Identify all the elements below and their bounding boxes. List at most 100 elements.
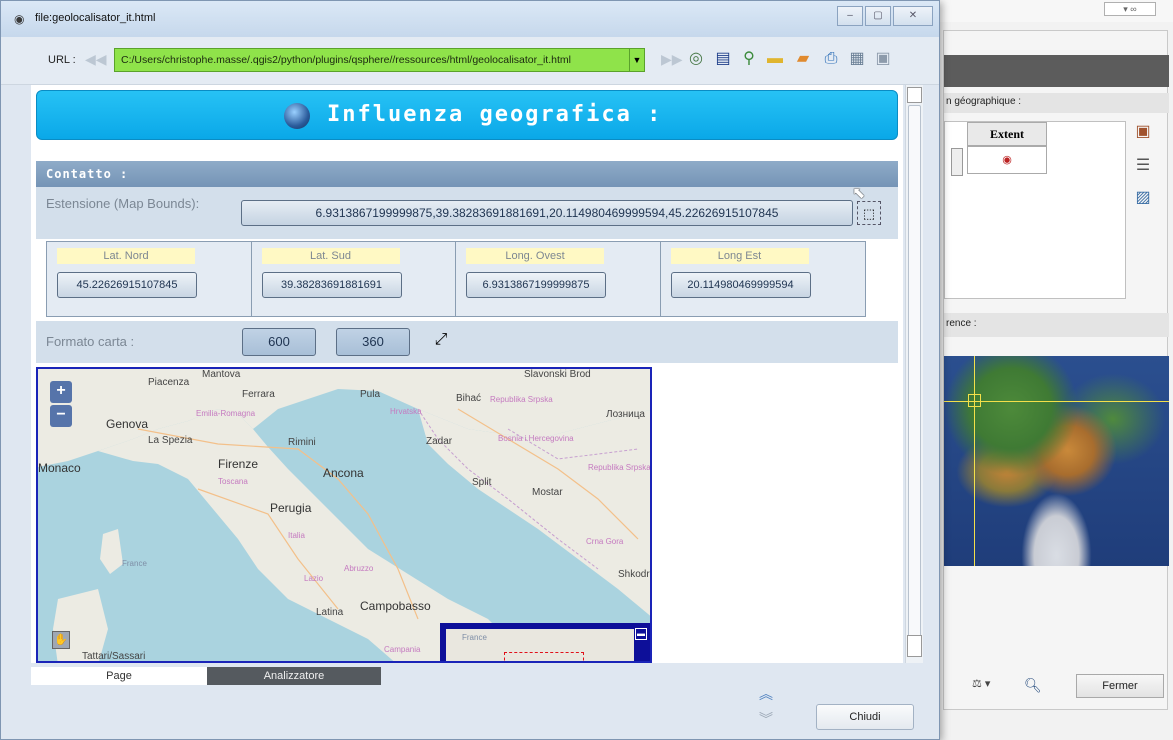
section-title: Contatto : [46,167,129,181]
print-icon[interactable]: ⎙ [821,49,841,69]
url-dropdown-button[interactable]: ▼ [629,48,645,72]
eye-icon[interactable]: ◉ [967,146,1047,174]
eye-globe-icon[interactable]: ◎ [686,49,706,69]
map-label-lazio: Lazio [304,574,324,583]
folder-icon[interactable]: ▬ [765,49,785,69]
scroll-up-handle[interactable] [907,87,922,103]
map-background [38,369,650,661]
url-input[interactable] [114,48,630,72]
coord-value-field[interactable]: 6.9313867199999875 [466,272,606,298]
zoom-out-button[interactable]: − [50,405,72,427]
background-window-controls[interactable]: ▾ ∞ [1104,2,1156,16]
zoom-search-icon[interactable]: 🔍︎ [1024,677,1042,694]
map-label-hrvatska: Hrvatska [390,407,422,416]
coord-value-field[interactable]: 45.22626915107845 [57,272,197,298]
minimize-button[interactable]: – [837,6,863,26]
map-label-ferrara: Ferrara [242,389,275,400]
coord-header: Long. Ovest [466,248,604,264]
scroll-track[interactable] [908,105,921,645]
coord-cell-long-east: Long Est 20.114980469999594 [661,242,866,316]
image-edit-icon[interactable]: ▨ [1132,187,1154,209]
map-label-republika-srpska: Republika Srpska [490,395,553,404]
coord-cell-long-west: Long. Ovest 6.9313867199999875 [456,242,661,316]
extent-label: Estensione (Map Bounds): [46,196,200,211]
window-controls: – ▢ ✕ [837,6,933,26]
double-chevron-down-icon[interactable]: ︾ [759,709,773,729]
extent-row: Estensione (Map Bounds): 6.9313867199999… [36,187,898,239]
section-header: Contatto : [36,161,898,187]
coordinates-grid: Lat. Nord 45.22626915107845 Lat. Sud 39.… [46,241,866,317]
tab-page[interactable]: Page [31,667,207,685]
geolocalisator-dialog: ◉ file:geolocalisator_it.html – ▢ ✕ URL … [0,0,940,740]
overview-map[interactable]: France ▬ [440,623,650,661]
double-chevron-up-icon[interactable]: ︽ [759,684,773,704]
map-label-france: France [122,559,147,568]
coord-cell-lat-north: Lat. Nord 45.22626915107845 [47,242,252,316]
folder-view-icon[interactable]: ▰ [793,49,813,69]
page-title: Influenza geografica : [327,102,663,127]
extent-value-field[interactable]: 6.9313867199999875,39.38283691881691,20.… [241,200,853,226]
building-icon[interactable]: ▣ [1132,121,1154,143]
save-icon[interactable]: ▣ [873,49,893,69]
mouse-cursor-icon: ⬉ [852,185,866,202]
zoom-in-button[interactable]: + [50,381,72,403]
tab-analyzer[interactable]: Analizzatore [207,667,381,685]
pan-hand-icon[interactable]: ✋ [52,631,70,649]
coord-header: Lat. Sud [261,248,400,264]
eye-app-icon: ◉ [14,12,25,26]
map-label-loznica: Лозница [606,409,645,420]
format-height-field[interactable]: 360 [336,328,410,356]
format-width-field[interactable]: 600 [242,328,316,356]
map-label-toscana: Toscana [218,477,248,486]
close-window-button[interactable]: ✕ [893,6,933,26]
select-extent-icon[interactable]: ⬚ [857,201,881,225]
fermer-button[interactable]: Fermer [1076,674,1164,698]
coord-value-field[interactable]: 20.114980469999594 [670,272,811,298]
maximize-button[interactable]: ▢ [865,6,891,26]
forward-icon[interactable]: ▶▶ [661,51,683,68]
back-icon[interactable]: ◀◀ [85,51,107,68]
coord-header: Long Est [670,248,809,264]
view-tabs: Page Analizzatore [31,667,381,685]
coord-header: Lat. Nord [57,248,195,264]
url-toolbar: URL : ◀◀ ▼ ▶▶ ◎ ▤ ⚲ ▬ ▰ ⎙ ▦ ▣ [1,37,939,85]
map-label-rimini: Rimini [288,437,316,448]
title-bar[interactable]: ◉ file:geolocalisator_it.html – ▢ ✕ [1,1,939,37]
map-label-perugia: Perugia [270,501,312,515]
background-panel: n géographique : Extent ◉ ▣ ☰ ▨ rence : … [943,30,1169,710]
map-label-mantova: Mantova [202,369,241,380]
coord-cell-lat-south: Lat. Sud 39.38283691881691 [252,242,456,316]
scroll-down-handle[interactable] [907,635,922,657]
map-label-firenze: Firenze [218,457,259,471]
map-label-piacenza: Piacenza [148,377,190,388]
list-dropdown-icon[interactable]: ☰ [1132,155,1154,177]
web-content: Influenza geografica : Contatto : Estens… [31,85,903,663]
map-label-italia: Italia [288,531,305,540]
map-label-mostar: Mostar [532,487,563,498]
vertical-scrollbar[interactable] [905,85,923,663]
close-button[interactable]: Chiudi [816,704,914,730]
crosshair-vertical [974,356,975,566]
map-label-genova: Genova [106,417,149,431]
map-label-campania: Campania [384,645,421,654]
coord-value-field[interactable]: 39.38283691881691 [261,272,402,298]
map-label-campobasso: Campobasso [360,599,431,613]
map-view[interactable]: Genova Monaco Firenze Ancona Perugia Cam… [36,367,652,663]
overview-extent-box[interactable] [504,652,584,661]
scale-tool-icon[interactable]: ⚖ ▾ [972,677,990,690]
map-label-shkodra: Shkodra [618,569,652,580]
background-extent-table: Extent ◉ [944,121,1126,299]
background-spinner[interactable] [951,148,963,176]
resize-icon[interactable]: ⤢ [429,329,453,353]
bookmark-icon[interactable]: ▤ [713,49,733,69]
format-label: Formato carta : [46,334,135,349]
map-label-split: Split [472,477,492,488]
crosshair-square [968,394,981,407]
map-label-pula: Pula [360,389,381,400]
overview-toggle-icon[interactable]: ▬ [635,628,647,640]
location-icon[interactable]: ⚲ [739,49,759,69]
background-application-window: ▾ ∞ n géographique : Extent ◉ ▣ ☰ ▨ renc… [930,0,1173,740]
map-label-abruzzo: Abruzzo [344,564,374,573]
world-reference-map[interactable] [944,356,1169,566]
save-as-icon[interactable]: ▦ [847,49,867,69]
